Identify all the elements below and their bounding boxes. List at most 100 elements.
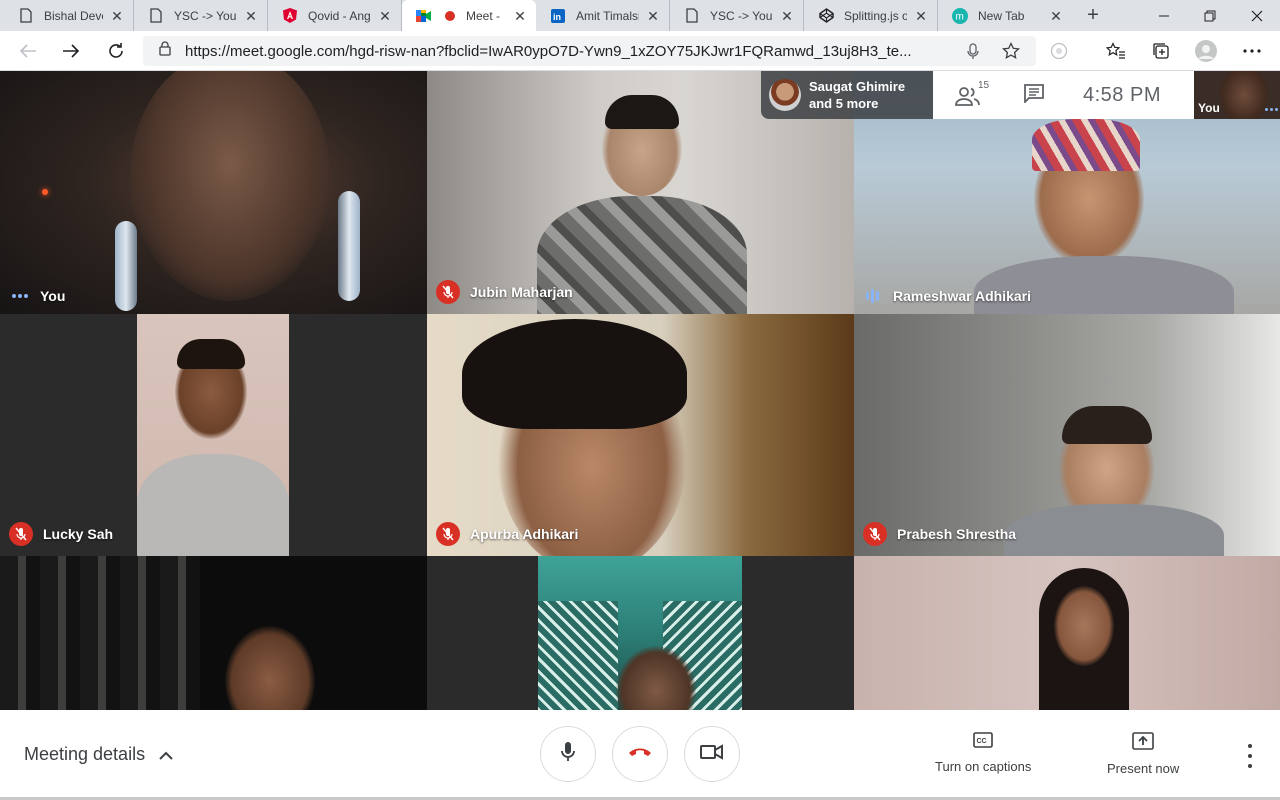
mic-off-icon	[9, 522, 33, 546]
browser-tab[interactable]: Bishal Developer ✕	[0, 0, 134, 31]
participant-video	[137, 314, 289, 556]
participant-tile[interactable]: Apurba Adhikari	[427, 314, 854, 556]
participant-label: Apurba Adhikari	[427, 522, 578, 546]
participant-tile[interactable]: Prabesh Shrestha	[854, 314, 1280, 556]
participant-name: Apurba Adhikari	[470, 526, 579, 542]
browser-tab[interactable]: YSC -> Your Study ✕	[134, 0, 268, 31]
google-meet-icon	[416, 8, 432, 24]
browser-tab[interactable]: in Amit Timalsina ✕	[536, 0, 670, 31]
star-icon[interactable]	[1001, 41, 1021, 61]
close-icon[interactable]: ✕	[243, 8, 259, 24]
browser-tab-strip: Bishal Developer ✕ YSC -> Your Study ✕ Q…	[0, 0, 1280, 31]
browser-toolbar: https://meet.google.com/hgd-risw-nan?fbc…	[0, 31, 1280, 71]
participant-tile[interactable]	[854, 556, 1280, 710]
meet-video-grid: You Jubin Maharjan Rameshwar Adhikari Lu…	[0, 71, 1280, 710]
participant-label: Rameshwar Adhikari	[854, 288, 1031, 304]
camera-button[interactable]	[684, 726, 740, 782]
hangup-icon	[627, 745, 653, 763]
browser-tab[interactable]: m New Tab ✕	[938, 0, 1072, 31]
linkedin-icon: in	[550, 8, 566, 24]
participant-hair	[1062, 406, 1152, 444]
participant-label: Jubin Maharjan	[427, 280, 573, 304]
meeting-clock: 4:58 PM	[1083, 83, 1161, 106]
participant-name: Prabesh Shrestha	[897, 526, 1017, 542]
avatar	[769, 79, 801, 111]
document-icon	[18, 8, 34, 24]
tab-title: YSC -> Your Study	[174, 8, 237, 23]
close-icon[interactable]: ✕	[913, 8, 929, 24]
participant-tile[interactable]	[0, 556, 427, 710]
headphones-icon	[115, 221, 137, 311]
tab-title: New Tab	[978, 8, 1025, 23]
participants-button[interactable]: 15	[955, 80, 995, 110]
presenter-chip[interactable]: Saugat Ghimire and 5 more	[761, 71, 933, 119]
extension-icon[interactable]	[1047, 39, 1071, 63]
edge-new-tab-icon: m	[952, 7, 968, 24]
microphone-permission-icon[interactable]	[963, 41, 983, 61]
meeting-info-overlay: Saugat Ghimire and 5 more 15 4:58 PM	[761, 71, 1194, 119]
browser-tab[interactable]: YSC -> Your Study ✕	[670, 0, 804, 31]
svg-text:m: m	[956, 11, 964, 22]
dhaka-topi-hat	[1032, 119, 1140, 171]
participant-name: You	[40, 288, 66, 304]
close-icon[interactable]: ✕	[779, 8, 795, 24]
participant-video	[130, 71, 330, 301]
self-view-thumbnail[interactable]: You	[1194, 71, 1280, 119]
address-bar[interactable]: https://meet.google.com/hgd-risw-nan?fbc…	[143, 36, 1036, 66]
codepen-icon	[818, 8, 834, 24]
router-light-icon	[42, 189, 48, 195]
close-icon[interactable]: ✕	[645, 8, 661, 24]
new-tab-button[interactable]: +	[1078, 0, 1108, 31]
minimize-button[interactable]	[1141, 0, 1187, 31]
settings-more-icon[interactable]	[1240, 39, 1264, 63]
mic-off-icon	[436, 522, 460, 546]
participant-shirt	[1004, 504, 1224, 556]
closed-captions-icon: CC	[973, 732, 993, 751]
close-icon[interactable]: ✕	[109, 8, 125, 24]
video-camera-icon	[700, 743, 724, 765]
participant-tile[interactable]: You	[0, 71, 427, 314]
forward-button[interactable]	[55, 35, 87, 67]
collections-icon[interactable]	[1149, 39, 1173, 63]
document-icon	[148, 8, 164, 24]
tab-title: Bishal Developer	[44, 8, 103, 23]
leave-call-button[interactable]	[612, 726, 668, 782]
headphones-icon	[338, 191, 360, 301]
presenter-text: Saugat Ghimire and 5 more	[809, 78, 905, 112]
participant-tile[interactable]: Lucky Sah	[0, 314, 427, 556]
angular-icon	[282, 8, 298, 24]
self-view-video	[1219, 71, 1269, 119]
mic-off-icon	[436, 280, 460, 304]
close-icon[interactable]: ✕	[377, 8, 393, 24]
close-icon[interactable]: ✕	[512, 8, 528, 24]
favorites-icon[interactable]	[1104, 39, 1128, 63]
chat-button[interactable]	[1023, 83, 1045, 108]
present-now-button[interactable]: Present now	[1107, 732, 1179, 776]
svg-text:CC: CC	[977, 738, 987, 745]
meeting-details-label: Meeting details	[24, 744, 146, 764]
participant-name: Rameshwar Adhikari	[893, 288, 1031, 304]
browser-tab-active[interactable]: Meet - ✕	[402, 0, 536, 31]
close-window-button[interactable]	[1234, 0, 1280, 31]
more-options-button[interactable]	[1240, 744, 1260, 768]
participant-shirt	[974, 256, 1234, 314]
tab-title: Amit Timalsina	[576, 8, 639, 23]
back-button[interactable]	[12, 35, 44, 67]
more-vert-icon	[1248, 744, 1252, 748]
restore-button[interactable]	[1187, 0, 1233, 31]
participant-label: You	[0, 288, 65, 304]
microphone-icon	[560, 741, 576, 768]
participant-name: Jubin Maharjan	[470, 284, 573, 300]
participant-video	[1054, 586, 1114, 666]
browser-tab[interactable]: Splitting.js on ✕	[804, 0, 938, 31]
meeting-details-button[interactable]: Meeting details	[24, 744, 173, 765]
profile-avatar[interactable]	[1194, 39, 1218, 63]
participant-tile[interactable]	[427, 556, 854, 710]
microphone-button[interactable]	[540, 726, 596, 782]
captions-button[interactable]: CC Turn on captions	[935, 732, 1031, 774]
refresh-button[interactable]	[100, 35, 132, 67]
browser-tab[interactable]: Qovid - Angular ✕	[268, 0, 402, 31]
participant-count: 15	[978, 80, 990, 91]
close-icon[interactable]: ✕	[1048, 8, 1064, 24]
speaking-bars-icon	[866, 289, 879, 303]
